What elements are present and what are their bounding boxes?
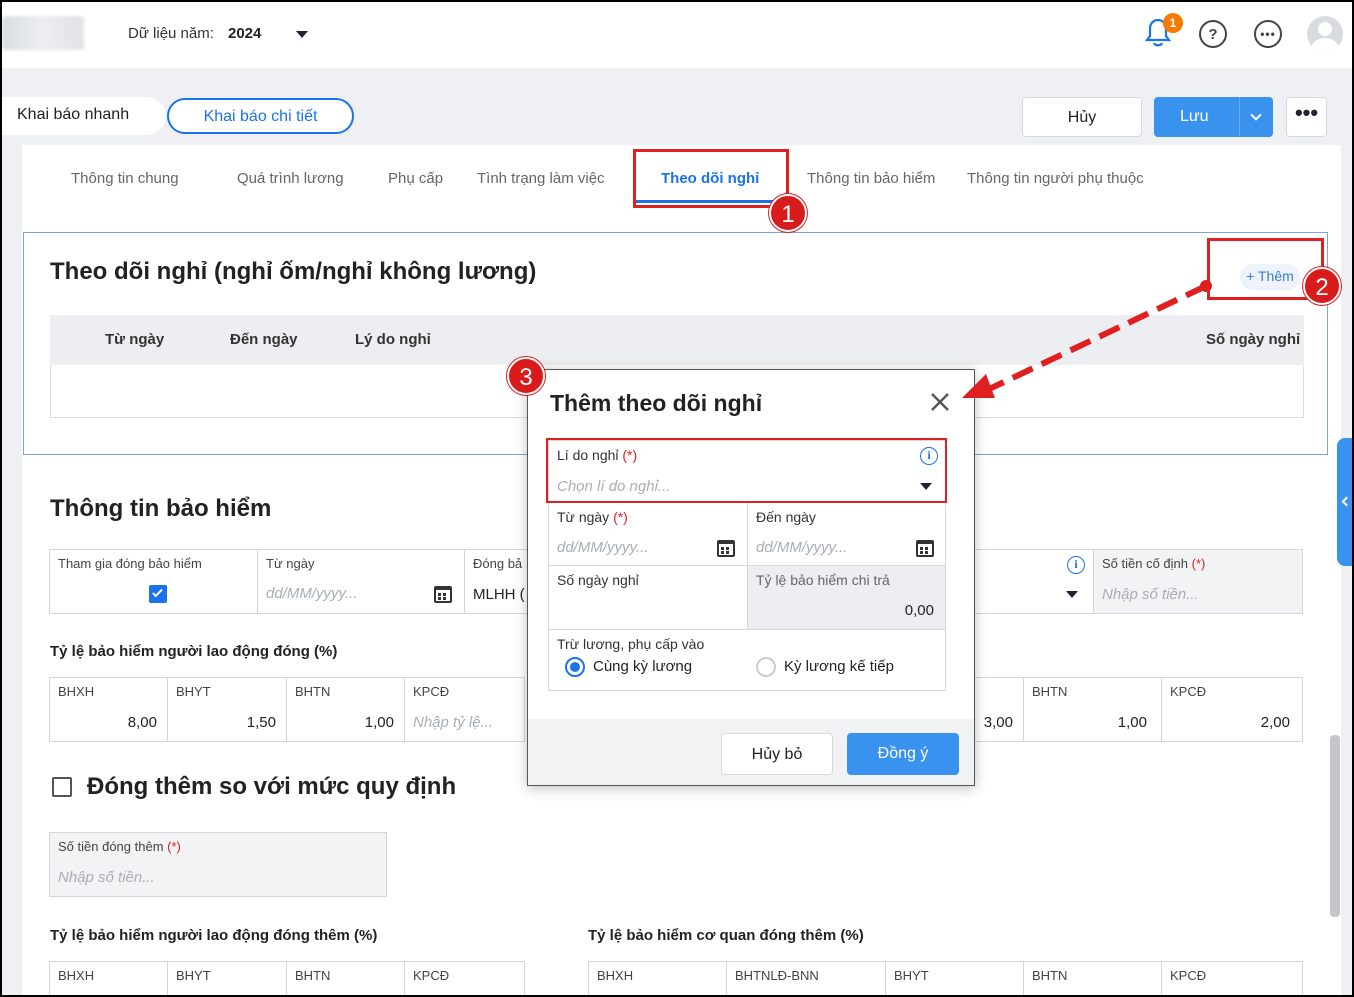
callout-arrow	[962, 280, 1212, 398]
